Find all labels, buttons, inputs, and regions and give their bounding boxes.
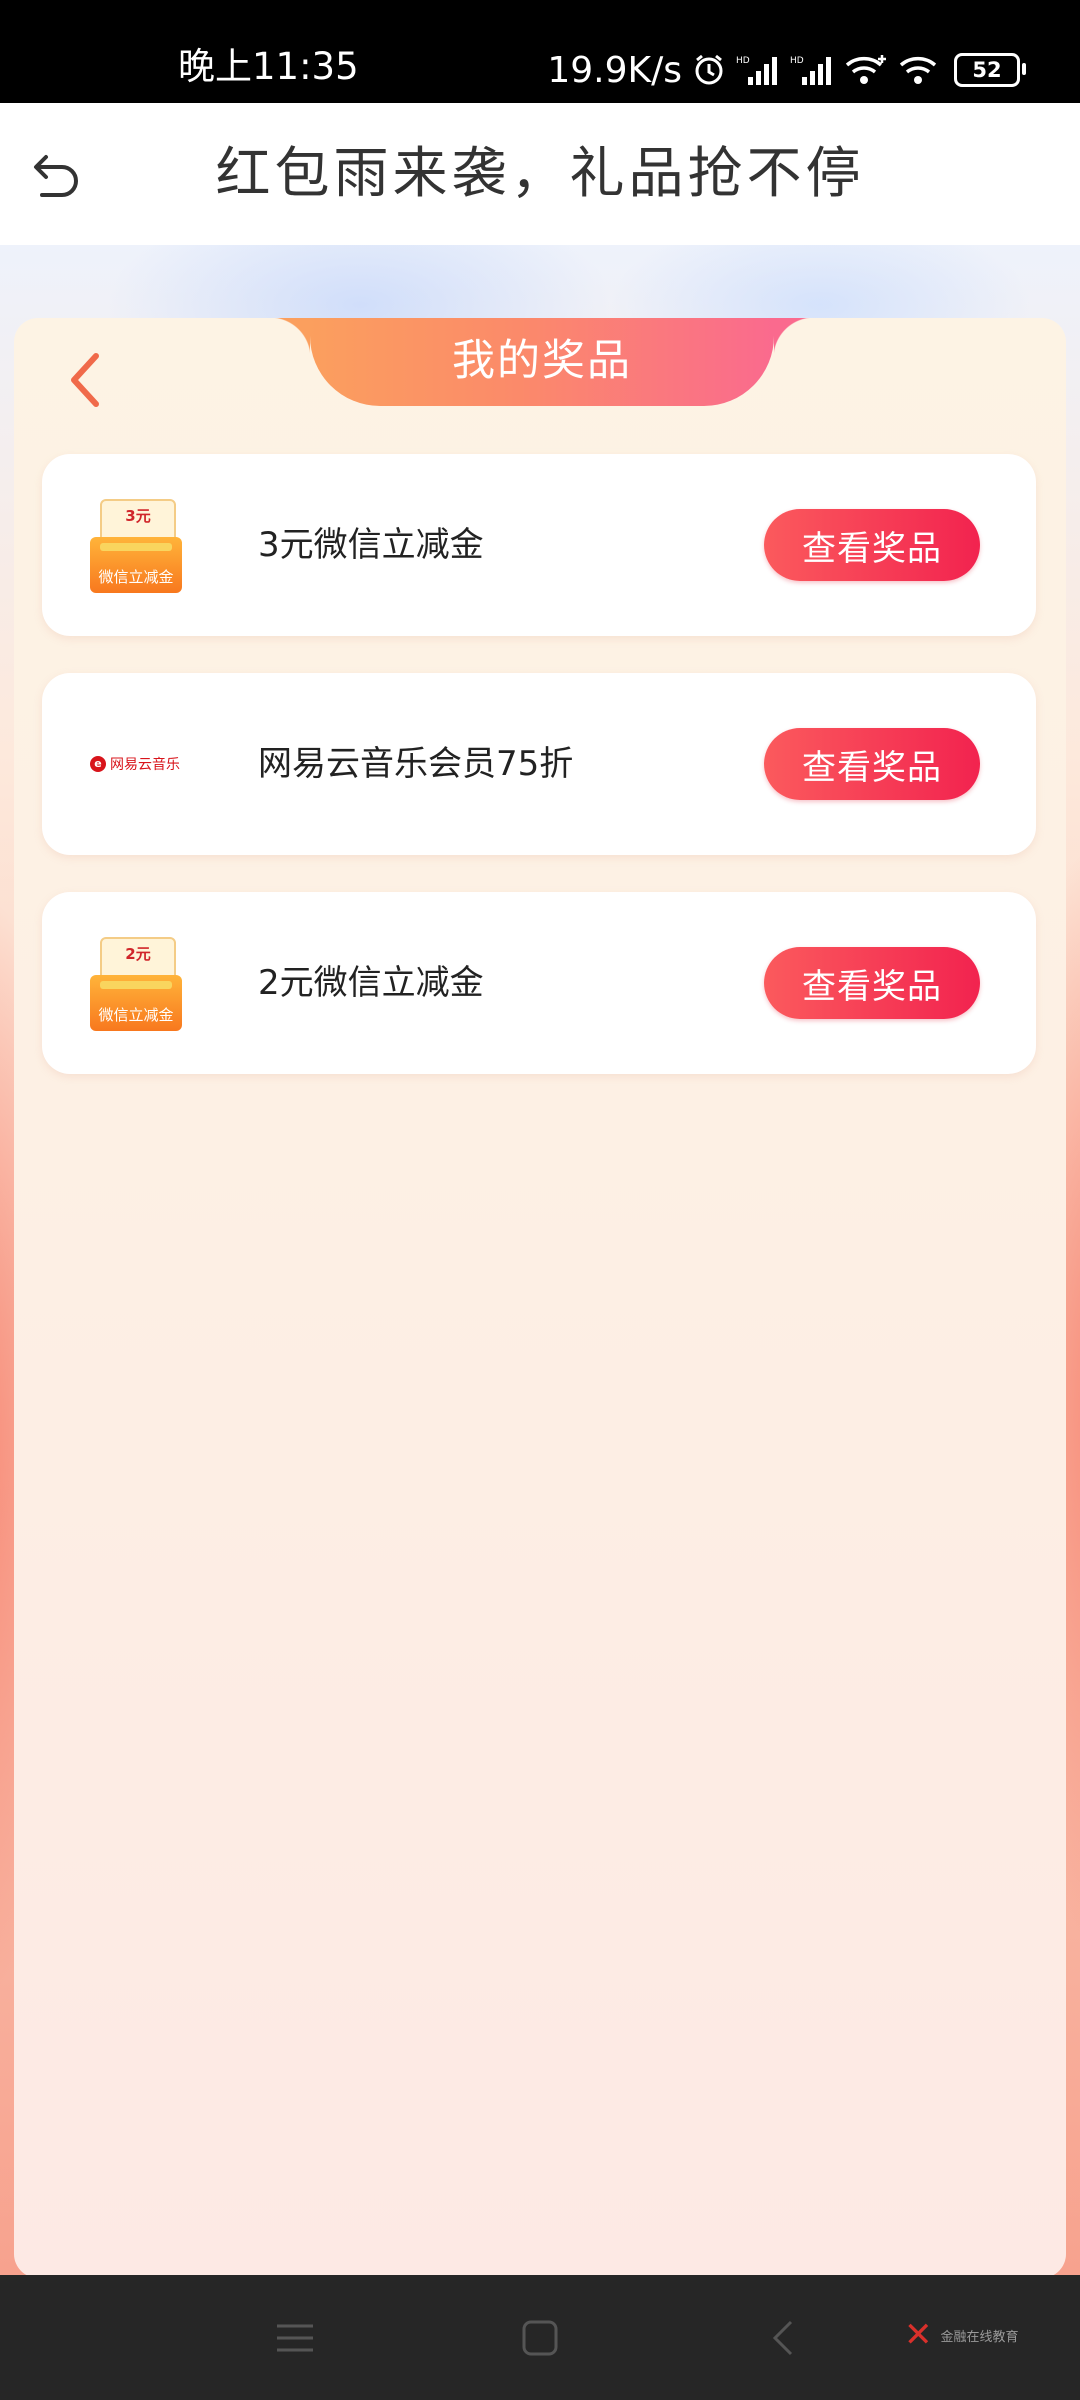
brand-watermark: ✕ 金融在线教育 [904,2315,1019,2355]
netease-music-logo: e 网易云音乐 [90,673,180,855]
status-indicators: 19.9K/s HD HD 52 [547,49,1026,91]
view-prize-button[interactable]: 查看奖品 [764,509,980,581]
prize-card: e 网易云音乐 网易云音乐会员75折 查看奖品 [42,673,1036,855]
prize-name: 3元微信立减金 [258,525,484,565]
coupon-label: 微信立减金 [98,568,174,586]
coupon-label: 微信立减金 [98,1006,174,1024]
wechat-coupon-icon: 3元 微信立减金 [90,499,182,593]
panel-tab-title: 我的奖品 [270,318,814,406]
view-prize-button[interactable]: 查看奖品 [764,728,980,800]
status-bar: 晚上11:35 19.9K/s HD HD 52 [0,0,1080,103]
prize-name: 2元微信立减金 [258,963,484,1003]
home-icon[interactable] [510,2310,570,2366]
wechat-coupon-icon: 2元 微信立减金 [90,937,182,1031]
prize-name: 网易云音乐会员75折 [258,744,574,784]
alarm-icon [692,53,726,87]
chevron-left-icon[interactable] [56,340,116,420]
network-speed: 19.9K/s [547,49,682,91]
netease-logo-text: 网易云音乐 [110,757,180,773]
wifi-icon [898,53,938,87]
brand-logo-icon: ✕ [904,2315,933,2355]
title-bar: 红包雨来袭，礼品抢不停 [0,103,1080,246]
view-prize-button[interactable]: 查看奖品 [764,947,980,1019]
netease-mark-icon: e [90,756,106,772]
hd-signal-icon: HD [736,53,780,87]
menu-icon[interactable] [265,2310,325,2366]
prize-card: 3元 微信立减金 3元微信立减金 查看奖品 [42,454,1036,636]
wifi-plus-icon [844,53,888,87]
status-time: 晚上11:35 [178,45,359,88]
back-icon[interactable] [753,2310,813,2366]
prize-panel: 我的奖品 3元 微信立减金 3元微信立减金 查看奖品 e 网易云音乐 网易云音乐… [14,318,1066,2278]
prize-card: 2元 微信立减金 2元微信立减金 查看奖品 [42,892,1036,1074]
system-nav-bar: ✕ 金融在线教育 [0,2275,1080,2400]
svg-text:HD: HD [790,56,804,66]
battery-indicator: 52 [954,53,1026,87]
page-title: 红包雨来袭，礼品抢不停 [215,141,865,205]
brand-text: 金融在线教育 [940,2329,1019,2345]
svg-text:HD: HD [736,56,750,66]
hd-signal-icon: HD [790,53,834,87]
